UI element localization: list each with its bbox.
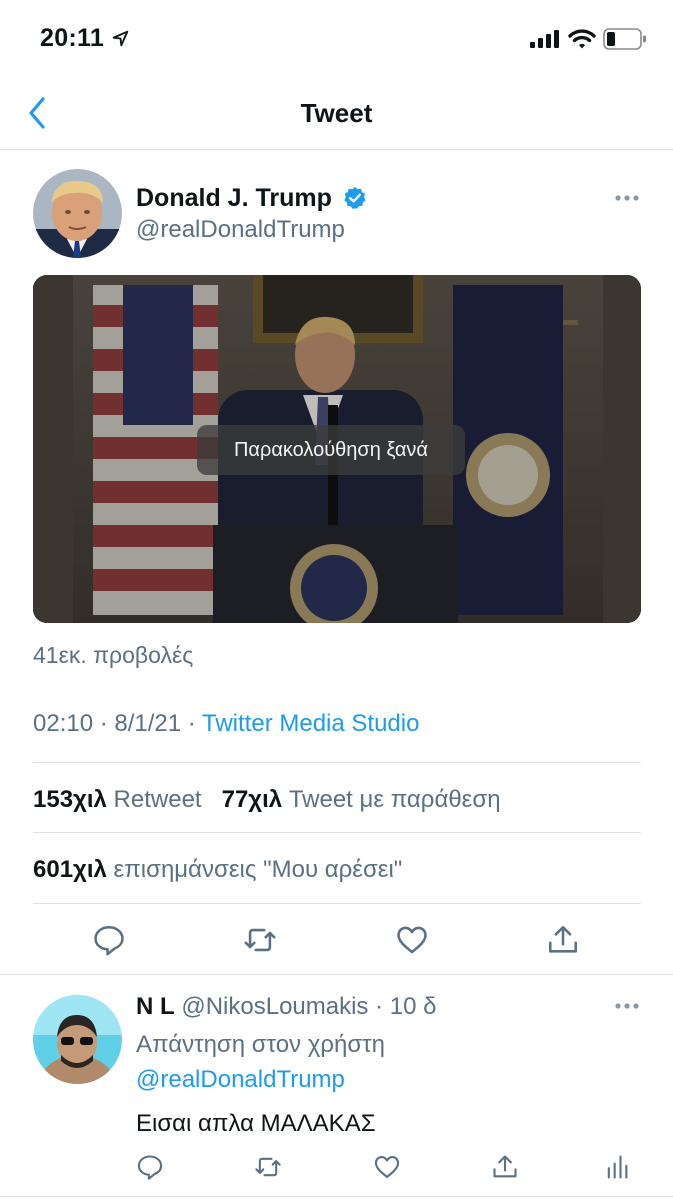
retweet-count: 153χιλ bbox=[33, 786, 107, 813]
share-icon bbox=[493, 1155, 517, 1178]
like-icon bbox=[374, 1156, 400, 1178]
more-options-icon[interactable] bbox=[614, 194, 640, 202]
view-count: 41εκ. προβολές bbox=[33, 642, 194, 668]
reply-header: N L @NikosLoumakis · 10 δ bbox=[136, 993, 437, 1021]
reply-analytics-button[interactable] bbox=[603, 1153, 631, 1181]
share-icon bbox=[548, 925, 578, 953]
analytics-icon bbox=[607, 1155, 628, 1179]
reply-author-handle[interactable]: @NikosLoumakis bbox=[181, 993, 368, 1020]
header-divider bbox=[0, 149, 673, 150]
reply-like-button[interactable] bbox=[373, 1153, 401, 1181]
reply-more-options-icon[interactable] bbox=[614, 1002, 640, 1010]
replying-to-handle[interactable]: @realDonaldTrump bbox=[136, 1066, 345, 1094]
status-time: 20:11 bbox=[40, 24, 105, 52]
location-arrow-icon bbox=[112, 30, 129, 47]
reply-icon bbox=[94, 925, 124, 956]
cellular-signal-icon bbox=[530, 30, 559, 48]
retweet-icon bbox=[255, 1157, 281, 1177]
reply-reply-button[interactable] bbox=[136, 1153, 164, 1181]
like-icon bbox=[397, 926, 427, 954]
like-stats[interactable]: 601χιλ επισημάνσεις "Μου αρέσει" bbox=[33, 856, 402, 884]
retweet-stats[interactable]: 153χιλ Retweet 77χιλ Tweet με παράθεση bbox=[33, 786, 501, 814]
timestamp-text: 02:10 · 8/1/21 · bbox=[33, 710, 203, 737]
reply-share-button[interactable] bbox=[491, 1153, 519, 1181]
replying-to-label: Απάντηση στον χρήστη bbox=[136, 1031, 385, 1058]
reply-age: · 10 δ bbox=[368, 993, 437, 1020]
like-count: 601χιλ bbox=[33, 856, 107, 883]
source-link[interactable]: Twitter Media Studio bbox=[202, 710, 419, 737]
reply-text: Εισαι απλα ΜΑΛΑΚΑΣ bbox=[136, 1110, 376, 1137]
quote-label: Tweet με παράθεση bbox=[288, 786, 501, 813]
share-button[interactable] bbox=[546, 923, 580, 957]
divider bbox=[33, 762, 641, 763]
author-handle[interactable]: @realDonaldTrump bbox=[136, 216, 345, 244]
reply-retweet-button[interactable] bbox=[254, 1153, 282, 1181]
page-title: Tweet bbox=[300, 98, 373, 128]
reply-author-avatar[interactable] bbox=[33, 995, 122, 1084]
wifi-icon bbox=[568, 29, 596, 49]
retweet-button[interactable] bbox=[243, 923, 277, 957]
author-avatar[interactable] bbox=[33, 169, 122, 258]
divider bbox=[33, 903, 641, 904]
battery-icon bbox=[603, 28, 646, 50]
verified-badge-icon bbox=[344, 187, 366, 209]
quote-count: 77χιλ bbox=[221, 786, 283, 813]
like-button[interactable] bbox=[395, 923, 429, 957]
reply-button[interactable] bbox=[92, 923, 126, 957]
divider bbox=[0, 1196, 673, 1197]
reply-icon bbox=[137, 1155, 163, 1180]
retweet-label: Retweet bbox=[113, 786, 202, 813]
retweet-icon bbox=[244, 928, 276, 952]
author-display-name[interactable]: Donald J. Trump bbox=[136, 184, 332, 213]
divider bbox=[0, 974, 673, 975]
reply-author-name[interactable]: N L bbox=[136, 993, 175, 1020]
replay-button[interactable]: Παρακολούθηση ξανά bbox=[197, 425, 465, 475]
like-label: επισημάνσεις "Μου αρέσει" bbox=[113, 856, 403, 883]
tweet-timestamp: 02:10 · 8/1/21 · Twitter Media Studio bbox=[33, 710, 419, 738]
divider bbox=[33, 832, 641, 833]
